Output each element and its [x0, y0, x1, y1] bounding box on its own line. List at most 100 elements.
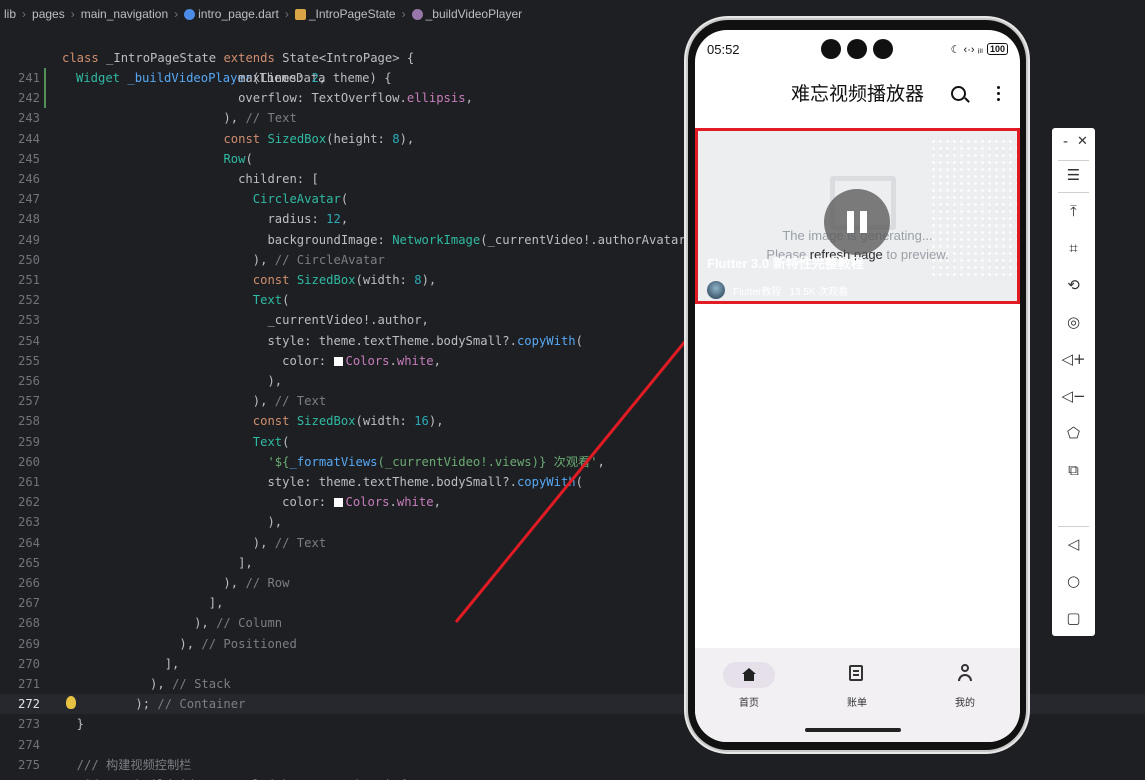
line-number: 254 — [17, 333, 40, 348]
code-text: ), // CircleAvatar — [62, 252, 385, 267]
code-text: Widget _buildVideoControls(ThemeData the… — [62, 775, 407, 780]
fold-icon[interactable]: ⧉ — [1052, 461, 1095, 479]
line-number: 266 — [17, 576, 40, 590]
line-number: 243 — [17, 111, 40, 126]
overview-icon[interactable]: ▢ — [1052, 609, 1095, 627]
code-text: /// 构建视频控制栏 — [62, 757, 192, 772]
code-line[interactable]: 276 Widget _buildVideoControls(ThemeData… — [0, 775, 1145, 780]
line-number: 260 — [17, 454, 40, 469]
close-button[interactable]: ✕ — [1061, 134, 1104, 149]
menu-icon[interactable]: ☰ — [1052, 166, 1095, 184]
line-number: 247 — [17, 192, 40, 207]
code-text: Text( — [252, 434, 290, 449]
code-text: ); // Container — [62, 697, 246, 712]
line-number: 251 — [17, 273, 40, 287]
nav-item-bill[interactable]: 账单 — [803, 662, 911, 709]
breadcrumb-pages[interactable]: pages — [32, 7, 65, 21]
line-number: 258 — [17, 414, 40, 429]
code-text: ), // Positioned — [62, 636, 297, 651]
gesture-bar — [805, 728, 901, 732]
breadcrumb-method-label: _buildVideoPlayer — [425, 7, 523, 21]
highlight-box — [695, 128, 1020, 304]
nav-item-profile[interactable]: 我的 — [911, 662, 1019, 709]
line-number: 275 — [17, 757, 40, 772]
status-time: 05:52 — [707, 41, 740, 57]
person-icon — [958, 664, 972, 682]
breadcrumb-file[interactable]: intro_page.dart — [184, 7, 279, 21]
breadcrumb-file-label: intro_page.dart — [198, 7, 279, 21]
breadcrumb-separator: › — [70, 7, 75, 21]
line-number: 241 — [17, 71, 40, 85]
code-text: style: theme.textTheme.bodySmall?.copyWi… — [62, 333, 583, 348]
line-number: 265 — [17, 555, 40, 570]
code-text: color: Colors.white, — [62, 353, 441, 368]
code-text: Text( — [252, 293, 290, 308]
back-icon[interactable]: ◁ — [1052, 535, 1095, 553]
breadcrumb-class[interactable]: _IntroPageState — [294, 7, 396, 21]
divider — [1058, 526, 1089, 527]
home-icon[interactable]: ○ — [1052, 572, 1095, 590]
code-text: ), // Text — [62, 535, 327, 550]
code-text: const SizedBox(width: 16), — [252, 414, 444, 429]
volume-up-icon[interactable]: ◁+ — [1052, 350, 1095, 368]
screenshot-icon[interactable]: ◎ — [1052, 313, 1095, 331]
camera-icon — [873, 39, 893, 59]
line-number: 253 — [17, 313, 40, 328]
camera-icon — [821, 39, 841, 59]
dart-file-icon — [184, 9, 196, 21]
function-icon — [411, 9, 423, 21]
code-text: '${_formatViews(_currentVideo!.views)} 次… — [267, 454, 605, 469]
search-icon[interactable] — [951, 86, 966, 101]
rotate-icon[interactable]: ⟲ — [1052, 276, 1095, 294]
code-text: ), // Stack — [62, 677, 231, 691]
nav-item-home[interactable]: 首页 — [695, 662, 803, 709]
breadcrumb-method[interactable]: _buildVideoPlayer — [411, 7, 523, 21]
line-number: 272 — [17, 697, 40, 712]
lightbulb-icon[interactable] — [66, 696, 76, 710]
line-number: 245 — [17, 151, 40, 166]
code-text: overflow: TextOverflow.ellipsis, — [62, 91, 473, 106]
code-text: const SizedBox(height: 8), — [223, 131, 415, 146]
phone-screen[interactable]: 05:52 ☾ ‹·› ᵢₗₗ 100 难忘视频播放器 The image is… — [695, 30, 1020, 742]
line-number: 242 — [17, 91, 40, 106]
class-icon — [294, 9, 306, 21]
rotate-top-icon[interactable]: ⤒ — [1052, 202, 1095, 220]
code-text: ], — [62, 656, 180, 671]
code-text: _currentVideo!.author, — [62, 313, 429, 328]
shake-icon[interactable]: ⬠ — [1052, 424, 1095, 442]
battery-icon: 100 — [986, 43, 1008, 55]
line-number: 256 — [17, 374, 40, 388]
status-signal-icons: ☾ ‹·› ᵢₗₗ — [950, 43, 983, 56]
line-number: 252 — [17, 293, 40, 308]
code-text: children: [ — [62, 172, 319, 186]
code-line[interactable]: 275 /// 构建视频控制栏 — [0, 755, 1145, 775]
code-text: ), // Column — [62, 616, 283, 631]
breadcrumb-separator: › — [284, 7, 289, 21]
emulator-toolbar: - ✕ ☰ ⤒ ⌗ ⟲ ◎ ◁+ ◁− ⬠ ⧉ ◁ ○ ▢ — [1052, 128, 1095, 636]
nav-label-home: 首页 — [739, 698, 759, 709]
volume-down-icon[interactable]: ◁− — [1052, 387, 1095, 405]
more-vert-icon[interactable] — [997, 86, 1000, 102]
code-text: color: Colors.white, — [62, 495, 441, 510]
line-number: 276 — [0, 775, 40, 780]
crop-icon[interactable]: ⌗ — [1052, 239, 1095, 257]
breadcrumb-separator: › — [174, 7, 179, 21]
app-title: 难忘视频播放器 — [790, 84, 924, 105]
line-number: 263 — [17, 515, 40, 530]
code-text: maxLines: 2, — [62, 71, 327, 85]
camera-icon — [847, 39, 867, 59]
line-number: 257 — [17, 394, 40, 409]
code-text: const SizedBox(width: 8), — [252, 273, 437, 287]
code-text: } — [62, 717, 85, 732]
code-text: CircleAvatar( — [252, 192, 349, 207]
line-number: 248 — [17, 212, 40, 227]
breadcrumb-main-navigation[interactable]: main_navigation — [81, 7, 168, 21]
line-number: 262 — [17, 495, 40, 510]
divider — [1058, 192, 1089, 193]
receipt-icon — [849, 665, 863, 681]
line-number: 259 — [17, 434, 40, 449]
breadcrumb-lib[interactable]: lib — [4, 7, 16, 21]
line-number: 271 — [17, 677, 40, 691]
code-text: Row( — [223, 151, 253, 166]
code-text: ), — [62, 515, 283, 530]
